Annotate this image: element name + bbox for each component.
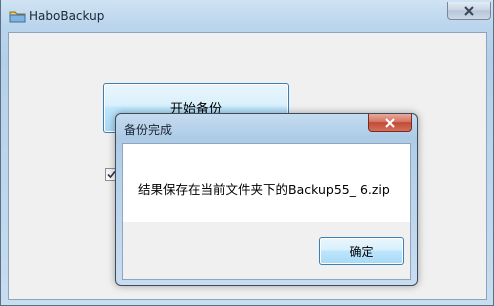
close-icon — [385, 117, 395, 128]
backup-complete-dialog: 备份完成 结果保存在当前文件夹下的Backup55_ 6.zip 确定 — [115, 113, 418, 286]
dialog-close-button[interactable] — [368, 114, 412, 132]
dialog-message-panel: 结果保存在当前文件夹下的Backup55_ 6.zip — [123, 144, 410, 222]
folder-app-icon — [9, 11, 26, 23]
dialog-client-area: 结果保存在当前文件夹下的Backup55_ 6.zip 确定 — [122, 143, 411, 280]
window-close-button[interactable] — [447, 2, 491, 20]
close-icon — [464, 5, 474, 16]
dialog-title: 备份完成 — [124, 123, 173, 137]
dialog-message: 结果保存在当前文件夹下的Backup55_ 6.zip — [138, 182, 390, 197]
ok-button[interactable]: 确定 — [319, 237, 404, 265]
window-title: HaboBackup — [29, 9, 105, 23]
